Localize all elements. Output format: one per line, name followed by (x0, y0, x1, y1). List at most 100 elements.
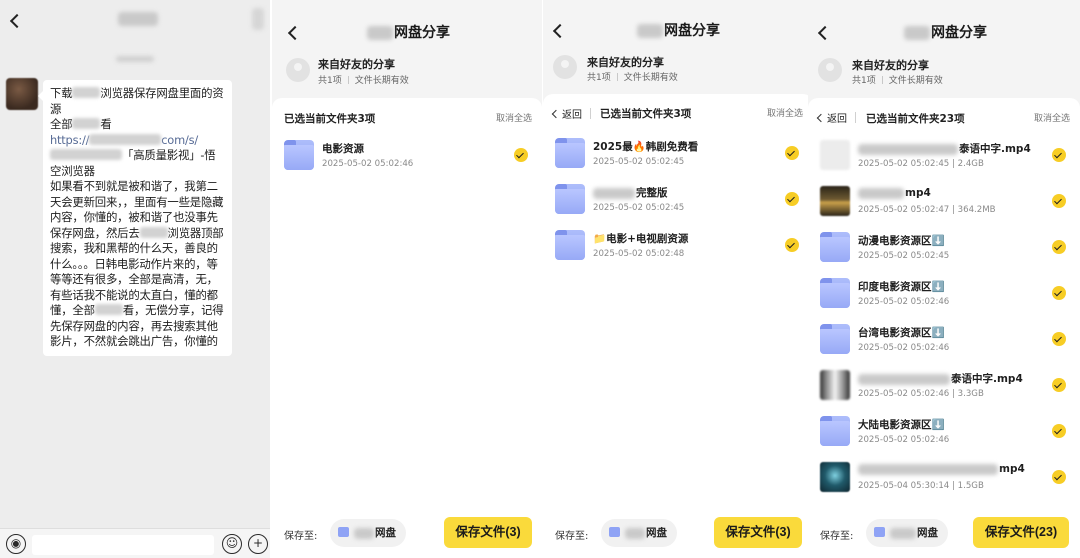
back-icon[interactable] (287, 25, 303, 41)
redacted-text (904, 26, 930, 40)
checkbox-checked-icon[interactable] (1052, 424, 1066, 438)
page-title: 网盘分享 (637, 20, 720, 40)
save-bar: 保存至: 网盘 保存文件(23) (808, 508, 1080, 558)
friend-avatar-icon (286, 58, 310, 82)
checkbox-checked-icon[interactable] (1052, 240, 1066, 254)
save-to-label: 保存至: (284, 531, 318, 542)
redacted-text (89, 133, 162, 145)
checkbox-checked-icon[interactable] (514, 148, 528, 162)
video-thumbnail (820, 462, 850, 492)
redacted-text (72, 118, 101, 129)
list-item[interactable]: 2025最🔥韩剧免费看 2025-05-02 05:02:45 (543, 130, 813, 176)
item-name: 台湾电影资源区⬇️ (858, 327, 945, 339)
item-meta: 2025-05-02 05:02:45 | 2.4GB (858, 159, 984, 169)
list-item[interactable]: 印度电影资源区⬇️ 2025-05-02 05:02:46 (808, 270, 1080, 316)
redacted-text (139, 226, 168, 238)
message-line: 下载 浏览器保存网盘里面的资 (50, 86, 224, 100)
chat-header (0, 0, 270, 44)
list-item[interactable]: mp4 2025-05-02 05:02:47 | 364.2MB (808, 178, 1080, 224)
from-title: 来自好友的分享 (587, 56, 664, 69)
folder-icon (874, 527, 885, 537)
item-name: 完整版 (593, 185, 668, 200)
share-header: 网盘分享 来自好友的分享 共1项 文件长期有效 (808, 0, 1080, 96)
redacted-text (625, 527, 645, 539)
back-icon[interactable] (9, 13, 25, 29)
share-panel-3: 网盘分享 来自好友的分享 共1项 文件长期有效 返回 已选当前文件夹23项 取消全… (808, 0, 1080, 558)
cancel-all-button[interactable]: 取消全选 (496, 111, 532, 124)
item-name: mp4 (858, 187, 931, 199)
item-name: 📁电影+电视剧资源 (593, 233, 689, 245)
redacted-text (50, 149, 122, 160)
back-link[interactable]: 返回 (551, 106, 582, 121)
more-icon[interactable] (252, 8, 264, 30)
item-meta: 2025-05-02 05:02:46 (858, 343, 950, 353)
back-link[interactable]: 返回 (816, 110, 847, 125)
checkbox-checked-icon[interactable] (1052, 470, 1066, 484)
from-title: 来自好友的分享 (852, 59, 929, 72)
destination-selector[interactable]: 网盘 (866, 519, 948, 547)
message-time-redacted (116, 56, 154, 62)
folder-icon (338, 527, 349, 537)
list-item[interactable]: 动漫电影资源区⬇️ 2025-05-02 05:02:45 (808, 224, 1080, 270)
list-item[interactable]: 泰语中字.mp4 2025-05-02 05:02:46 | 3.3GB (808, 362, 1080, 408)
folder-icon (555, 184, 585, 214)
share-link[interactable]: https://com/s/ (50, 133, 226, 149)
list-item[interactable]: mp4 2025-05-04 05:30:14 | 1.5GB (808, 454, 1080, 500)
chevron-left-icon (551, 109, 561, 119)
back-icon[interactable] (817, 25, 833, 41)
folder-icon (820, 278, 850, 308)
list-item[interactable]: 台湾电影资源区⬇️ 2025-05-02 05:02:46 (808, 316, 1080, 362)
redacted-text (858, 187, 904, 199)
voice-icon[interactable]: ◉ (6, 534, 26, 554)
selected-count: 已选当前文件夹3项 (600, 108, 692, 120)
checkbox-checked-icon[interactable] (1052, 332, 1066, 346)
selection-header: 返回 已选当前文件夹3项 取消全选 (543, 94, 813, 128)
checkbox-checked-icon[interactable] (1052, 378, 1066, 392)
page-title: 网盘分享 (904, 22, 987, 42)
item-name: mp4 (858, 463, 1025, 475)
item-meta: 2025-05-02 05:02:46 | 3.3GB (858, 389, 984, 399)
message-input[interactable] (32, 535, 214, 555)
video-thumbnail (820, 186, 850, 216)
video-thumbnail (820, 370, 850, 400)
list-item[interactable]: 完整版 2025-05-02 05:02:45 (543, 176, 813, 222)
folder-icon (555, 138, 585, 168)
share-header: 网盘分享 来自好友的分享 共1项 文件长期有效 (543, 0, 813, 96)
save-bar: 保存至: 网盘 保存文件(3) (272, 508, 542, 558)
destination-selector[interactable]: 网盘 (601, 519, 677, 547)
save-files-button[interactable]: 保存文件(3) (714, 517, 802, 548)
checkbox-checked-icon[interactable] (785, 146, 799, 160)
checkbox-checked-icon[interactable] (785, 238, 799, 252)
item-name: 印度电影资源区⬇️ (858, 281, 945, 293)
list-item[interactable]: 📁电影+电视剧资源 2025-05-02 05:02:48 (543, 222, 813, 268)
message-body: 如果看不到就是被和谐了，我第二天会更新回来，，里面有一些是隐藏内容，你懂的，被和… (50, 179, 224, 348)
video-thumbnail (820, 140, 850, 170)
list-item[interactable]: 大陆电影资源区⬇️ 2025-05-02 05:02:46 (808, 408, 1080, 454)
emoji-icon[interactable]: ☺ (222, 534, 242, 554)
folder-icon (820, 416, 850, 446)
checkbox-checked-icon[interactable] (1052, 148, 1066, 162)
checkbox-checked-icon[interactable] (1052, 194, 1066, 208)
destination-selector[interactable]: 网盘 (330, 519, 406, 547)
file-list-card: 返回 已选当前文件夹3项 取消全选 2025最🔥韩剧免费看 2025-05-02… (543, 94, 813, 554)
save-files-button[interactable]: 保存文件(3) (444, 517, 532, 548)
back-icon[interactable] (552, 23, 568, 39)
redacted-text (858, 463, 998, 475)
save-bar: 保存至: 网盘 保存文件(3) (543, 508, 813, 558)
chat-message-bubble[interactable]: 下载 浏览器保存网盘里面的资 源 全部看 https://com/s/ 「高质量影… (38, 80, 232, 356)
folder-icon (609, 527, 620, 537)
save-files-button[interactable]: 保存文件(23) (973, 517, 1069, 548)
checkbox-checked-icon[interactable] (785, 192, 799, 206)
cancel-all-button[interactable]: 取消全选 (767, 106, 803, 119)
plus-icon[interactable]: + (248, 534, 268, 554)
sender-avatar[interactable] (6, 78, 38, 110)
item-meta: 2025-05-02 05:02:45 (858, 251, 950, 261)
item-meta: 2025-05-02 05:02:46 (858, 435, 950, 445)
item-meta: 2025-05-02 05:02:45 (593, 203, 685, 213)
friend-avatar-icon (553, 55, 577, 79)
selection-header: 返回 已选当前文件夹23项 取消全选 (808, 98, 1080, 132)
list-item[interactable]: 泰语中字.mp4 2025-05-02 05:02:45 | 2.4GB (808, 132, 1080, 178)
checkbox-checked-icon[interactable] (1052, 286, 1066, 300)
list-item[interactable]: 电影资源 2025-05-02 05:02:46 (272, 132, 542, 178)
cancel-all-button[interactable]: 取消全选 (1034, 111, 1070, 124)
